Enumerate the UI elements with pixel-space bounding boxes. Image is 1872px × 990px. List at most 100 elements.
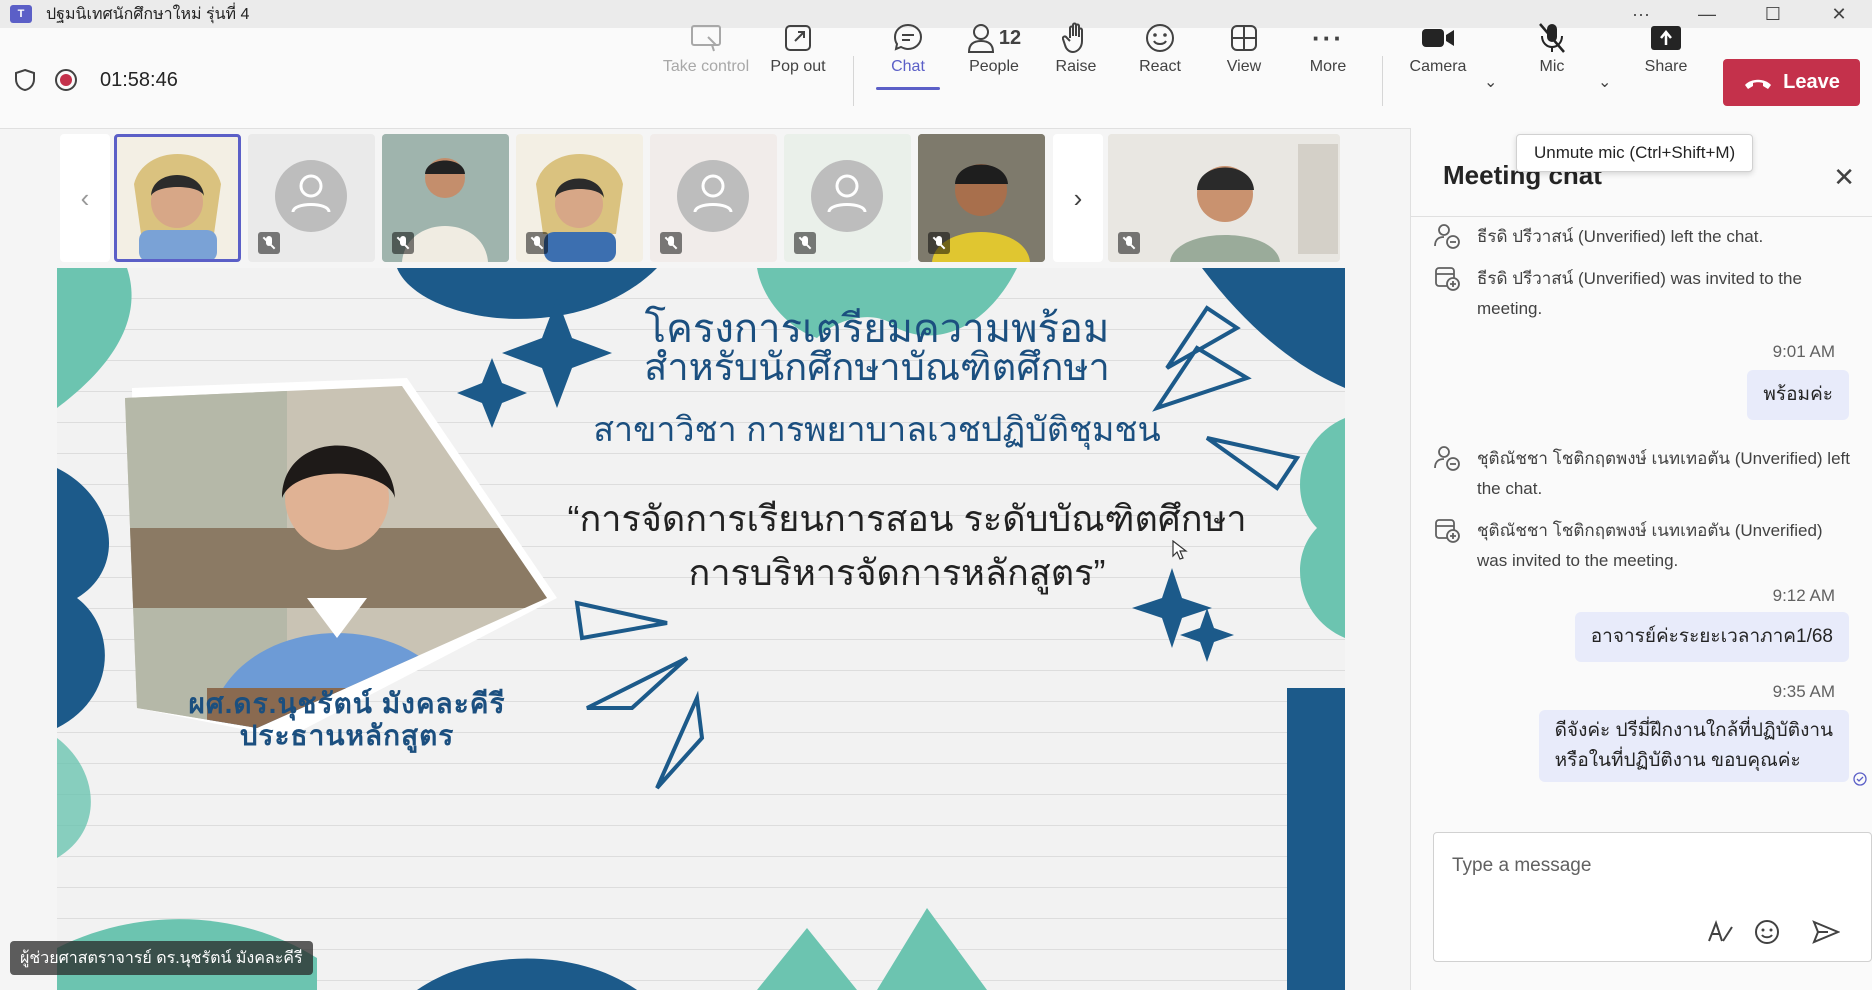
- message-timestamp: 9:35 AM: [1772, 682, 1835, 701]
- shield-icon: [15, 68, 35, 92]
- close-chat-icon[interactable]: ✕: [1833, 162, 1855, 193]
- mic-label: Mic: [1539, 58, 1565, 75]
- hang-up-icon: [1745, 79, 1772, 89]
- system-message: ธีรดิ ปรีวาสน์ (Unverified) was invited …: [1433, 264, 1853, 324]
- chat-message[interactable]: ดีจังค่ะ ปรีมี่ฝึกงานใกล้ที่ปฏิบัติงาน ห…: [1538, 710, 1849, 782]
- chat-message-line: ดีจังค่ะ ปรีมี่ฝึกงานใกล้ที่ปฏิบัติงาน: [1554, 720, 1833, 741]
- view-button[interactable]: View: [1216, 18, 1272, 76]
- speaker-name-plate: ผู้ช่วยศาสตราจารย์ ดร.นุชรัตน์ มังคละคีร…: [10, 941, 313, 975]
- raise-hand-button[interactable]: Raise: [1048, 18, 1104, 76]
- mic-button[interactable]: Mic: [1524, 18, 1580, 76]
- slide-topic-line1: “การจัดการเรียนการสอน ระดับบัณฑิตศึกษา: [567, 498, 1247, 539]
- participant-video: [134, 154, 221, 262]
- slide-topic-line2: การบริหารจัดการหลักสูตร”: [688, 552, 1106, 593]
- send-icon[interactable]: [1812, 919, 1840, 945]
- read-receipt-icon: [1853, 772, 1867, 786]
- message-compose-box[interactable]: Type a message: [1433, 832, 1872, 962]
- chat-icon: [893, 23, 923, 51]
- mic-tooltip: Unmute mic (Ctrl+Shift+M): [1516, 134, 1754, 172]
- close-window-button[interactable]: ✕: [1806, 0, 1872, 28]
- raise-label: Raise: [1055, 58, 1097, 75]
- meeting-chat-pane: Meeting chat ✕ ธีรดิ ปรีวาสน์ (Unverifie…: [1410, 128, 1872, 990]
- take-control-button[interactable]: Take control: [660, 18, 752, 76]
- participant-strip: [114, 134, 1045, 262]
- muted-icon: [660, 232, 682, 254]
- recording-icon: [55, 69, 77, 91]
- muted-icon: [794, 232, 816, 254]
- participant-tile[interactable]: [114, 134, 241, 262]
- muted-icon: [392, 232, 414, 254]
- camera-icon: [1422, 29, 1454, 47]
- system-message-text: ธีรดิ ปรีวาสน์ (Unverified) was invited …: [1477, 269, 1802, 318]
- take-control-icon: [691, 25, 721, 52]
- meeting-status: 01:58:46: [14, 68, 178, 92]
- chat-message[interactable]: พร้อมค่ะ: [1747, 370, 1849, 420]
- person-left-icon: [1434, 224, 1460, 249]
- more-button[interactable]: ··· More: [1300, 18, 1356, 76]
- people-icon: [967, 24, 994, 53]
- camera-options-chevron-icon[interactable]: ⌄: [1484, 72, 1497, 92]
- share-icon: [1651, 26, 1681, 50]
- participant-tile[interactable]: [516, 134, 643, 262]
- pop-out-icon: [785, 25, 811, 51]
- system-message: ชุติณัชชา โชติกฤตพงษ์ เนทเทอตัน (Unverif…: [1433, 516, 1853, 576]
- slide-title-line2: สำหรับนักศึกษาบัณฑิตศึกษา: [644, 347, 1110, 389]
- participant-tile[interactable]: [784, 134, 911, 262]
- strip-prev-button[interactable]: ‹: [60, 134, 110, 262]
- leave-label: Leave: [1783, 71, 1840, 93]
- slide-speaker-role: ประธานหลักสูตร: [239, 720, 455, 751]
- window-title: ปฐมนิเทศนักศึกษาใหม่ รุ่นที่ 4: [46, 5, 250, 23]
- message-input-placeholder: Type a message: [1452, 855, 1592, 876]
- pop-out-button[interactable]: Pop out: [766, 18, 830, 76]
- muted-icon: [928, 232, 950, 254]
- message-timestamp: 9:01 AM: [1772, 342, 1835, 361]
- maximize-button[interactable]: ☐: [1740, 0, 1806, 28]
- more-label: More: [1309, 58, 1347, 75]
- react-button[interactable]: React: [1130, 18, 1190, 76]
- participant-video: [1108, 134, 1340, 262]
- participant-tile[interactable]: [248, 134, 375, 262]
- muted-icon: [1118, 232, 1140, 254]
- calendar-invite-icon: [1435, 519, 1460, 543]
- person-left-icon: [1434, 446, 1460, 471]
- react-label: React: [1139, 58, 1181, 75]
- view-grid-icon: [1231, 25, 1257, 51]
- more-dots-icon: ···: [1312, 22, 1344, 53]
- smiley-icon: [1146, 24, 1174, 52]
- mic-options-chevron-icon[interactable]: ⌄: [1598, 72, 1611, 92]
- mouse-cursor-icon: [1172, 540, 1188, 560]
- share-button[interactable]: Share: [1640, 18, 1692, 76]
- participant-tile[interactable]: [918, 134, 1045, 262]
- system-message-text: ธีรดิ ปรีวาสน์ (Unverified) left the cha…: [1477, 227, 1764, 246]
- muted-icon: [258, 232, 280, 254]
- strip-next-button[interactable]: ›: [1053, 134, 1103, 262]
- chat-message-line: หรือในที่ปฏิบัติงาน ขอบคุณค่ะ: [1554, 750, 1801, 771]
- shared-content: โครงการเตรียมความพร้อม สำหรับนักศึกษาบัณ…: [57, 268, 1345, 990]
- teams-logo-icon: T: [10, 5, 32, 23]
- camera-button[interactable]: Camera: [1404, 18, 1472, 76]
- participant-tile[interactable]: [650, 134, 777, 262]
- muted-icon: [526, 232, 548, 254]
- raise-hand-icon: [1062, 22, 1083, 54]
- participant-tile-large[interactable]: [1108, 134, 1340, 262]
- format-text-icon[interactable]: [1706, 919, 1734, 945]
- leave-button[interactable]: Leave: [1723, 59, 1860, 106]
- pop-out-label: Pop out: [770, 58, 826, 75]
- people-label: People: [969, 58, 1019, 75]
- chat-message[interactable]: อาจารย์ค่ะระยะเวลาภาค1/68: [1574, 612, 1849, 662]
- view-label: View: [1226, 58, 1262, 75]
- system-message-text: ชุติณัชชา โชติกฤตพงษ์ เนทเทอตัน (Unverif…: [1477, 521, 1823, 570]
- slide-program-line: สาขาวิชา การพยาบาลเวชปฏิบัติชุมชน: [593, 411, 1161, 449]
- meeting-timer: 01:58:46: [100, 68, 178, 91]
- take-control-label: Take control: [662, 58, 750, 75]
- mic-muted-icon: [1539, 23, 1565, 53]
- participant-tile[interactable]: [382, 134, 509, 262]
- share-label: Share: [1644, 58, 1688, 75]
- camera-label: Camera: [1409, 58, 1467, 75]
- chat-button[interactable]: Chat: [876, 18, 940, 90]
- chat-label: Chat: [891, 58, 925, 75]
- emoji-icon[interactable]: [1754, 919, 1780, 945]
- message-timestamp: 9:12 AM: [1772, 586, 1835, 605]
- people-button[interactable]: 12 People: [954, 18, 1034, 76]
- system-message-text: ชุติณัชชา โชติกฤตพงษ์ เนทเทอตัน (Unverif…: [1477, 449, 1850, 498]
